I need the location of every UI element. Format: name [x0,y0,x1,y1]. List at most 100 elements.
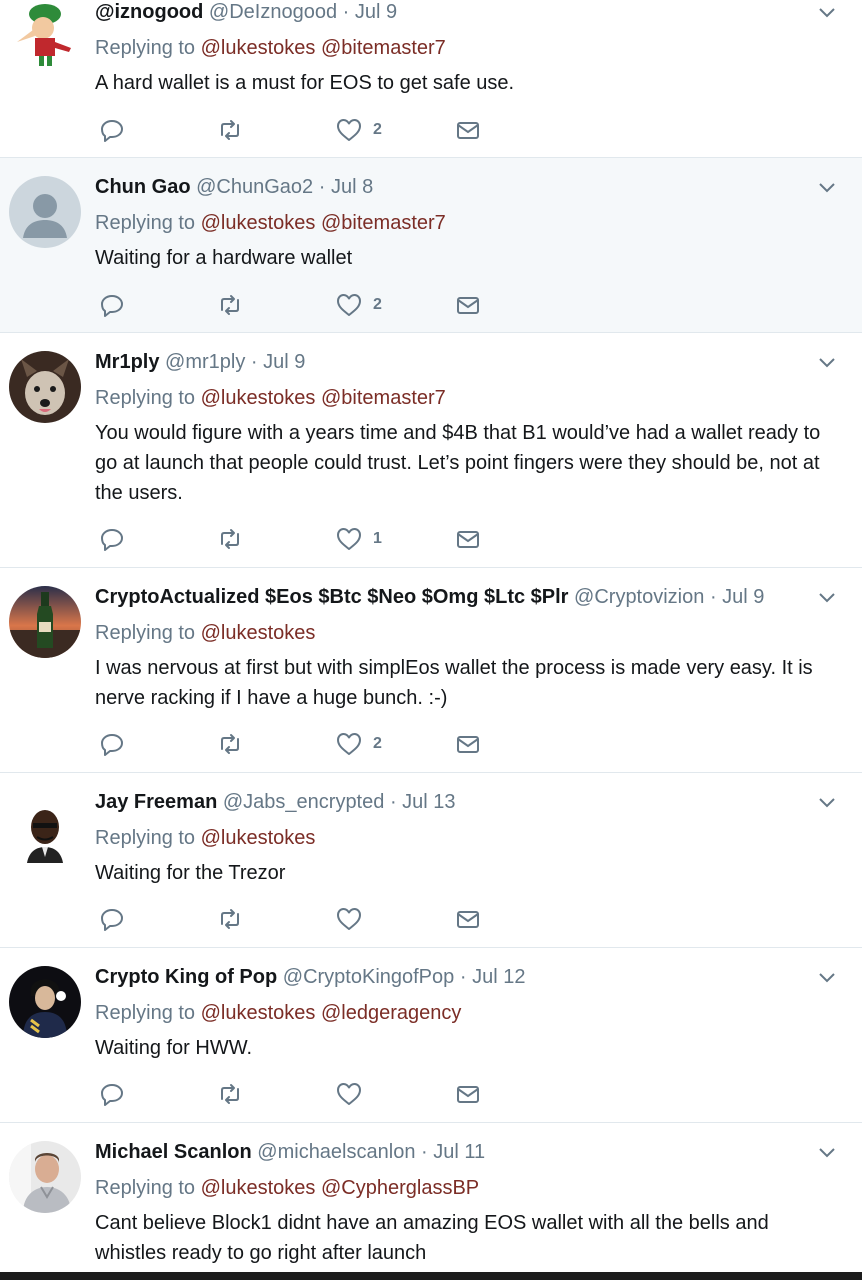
like-count: 1 [373,530,382,547]
replying-to-label: Replying to [95,827,196,849]
like-button[interactable]: 2 [335,115,382,145]
tweet-text: You would figure with a years time and $… [95,422,821,504]
display-name[interactable]: Jay Freeman [95,791,217,813]
user-handle[interactable]: @CryptoKingofPop [283,966,455,988]
retweet-button[interactable] [216,729,244,759]
tweet[interactable]: CryptoActualized $Eos $Btc $Neo $Omg $Lt… [0,568,862,773]
mention-link[interactable]: @bitemaster7 [321,37,446,59]
reply-button[interactable] [98,904,126,934]
tweet-date[interactable]: Jul 8 [331,176,373,198]
tweet[interactable]: Jay Freeman @Jabs_encrypted · Jul 13 Rep… [0,773,862,948]
like-button[interactable] [335,1079,373,1109]
tweet[interactable]: Chun Gao @ChunGao2 · Jul 8 Replying to @… [0,158,862,333]
direct-message-button[interactable] [454,115,482,145]
chevron-down-icon[interactable] [816,2,838,24]
display-name[interactable]: Crypto King of Pop [95,966,277,988]
user-handle[interactable]: @mr1ply [165,351,245,373]
tweet-text: Waiting for the Trezor [95,862,286,884]
avatar[interactable] [9,797,81,869]
avatar[interactable] [9,0,81,72]
mention-link[interactable]: @lukestokes [201,387,316,409]
user-handle[interactable]: @ChunGao2 [196,176,313,198]
retweet-icon [221,120,239,140]
separator-dot: · [709,586,717,608]
retweet-icon [221,295,239,315]
avatar[interactable] [9,176,81,248]
like-button[interactable]: 1 [335,524,382,554]
chevron-down-icon[interactable] [816,587,838,609]
direct-message-button[interactable] [454,290,482,320]
display-name[interactable]: Michael Scanlon [95,1141,252,1163]
user-handle[interactable]: @DeIznogood [209,1,337,23]
tweet-date[interactable]: Jul 11 [433,1141,485,1163]
bottom-edge-bar [0,1272,862,1280]
retweet-button[interactable] [216,904,244,934]
reply-icon [101,734,123,756]
direct-message-button[interactable] [454,904,482,934]
avatar[interactable] [9,351,81,423]
display-name[interactable]: Chun Gao [95,176,191,198]
tweet-text: I was nervous at first but with simplEos… [95,657,813,709]
retweet-button[interactable] [216,524,244,554]
direct-message-button[interactable] [454,729,482,759]
mention-link[interactable]: @bitemaster7 [321,387,446,409]
mention-link[interactable]: @lukestokes [201,37,316,59]
mention-link[interactable]: @lukestokes [201,1177,316,1199]
tweet-text: Waiting for HWW. [95,1037,253,1059]
tweet[interactable]: @iznogood @DeIznogood · Jul 9 Replying t… [0,0,862,158]
user-handle[interactable]: @michaelscanlon [257,1141,415,1163]
user-handle[interactable]: @Cryptovizion [574,586,704,608]
user-handle[interactable]: @Jabs_encrypted [223,791,385,813]
reply-button[interactable] [98,729,126,759]
performer-icon [9,966,81,1038]
mention-link[interactable]: @lukestokes [201,622,316,644]
heart-icon [337,1083,361,1105]
direct-message-button[interactable] [454,1079,482,1109]
retweet-button[interactable] [216,290,244,320]
mention-link[interactable]: @lukestokes [201,212,316,234]
chevron-down-icon[interactable] [816,792,838,814]
chevron-down-icon[interactable] [816,177,838,199]
tweet-date[interactable]: Jul 12 [472,966,525,988]
mention-link[interactable]: @lukestokes [201,827,316,849]
tweet[interactable]: Michael Scanlon @michaelscanlon · Jul 11… [0,1123,862,1272]
like-button[interactable]: 2 [335,729,382,759]
tweet-actions: 2 [98,290,498,320]
reply-button[interactable] [98,290,126,320]
like-button[interactable] [335,904,373,934]
mention-link[interactable]: @ledgeragency [321,1002,461,1024]
separator-dot: · [342,1,350,23]
mention-link[interactable]: @bitemaster7 [321,212,446,234]
reply-button[interactable] [98,1079,126,1109]
mention-link[interactable]: @lukestokes [201,1002,316,1024]
chevron-down-icon[interactable] [816,967,838,989]
direct-message-button[interactable] [454,524,482,554]
tweet[interactable]: Crypto King of Pop @CryptoKingofPop · Ju… [0,948,862,1123]
retweet-button[interactable] [216,115,244,145]
reply-button[interactable] [98,524,126,554]
display-name[interactable]: @iznogood [95,1,203,23]
reply-button[interactable] [98,115,126,145]
replying-to-label: Replying to [95,1177,196,1199]
tweet-date[interactable]: Jul 9 [355,1,397,23]
display-name[interactable]: Mr1ply [95,351,159,373]
display-name[interactable]: CryptoActualized $Eos $Btc $Neo $Omg $Lt… [95,586,568,608]
tweet-text: Waiting for a hardware wallet [95,247,353,269]
avatar[interactable] [9,586,81,658]
envelope-icon [457,531,479,548]
chevron-down-icon[interactable] [816,352,838,374]
tweet-date[interactable]: Jul 9 [263,351,305,373]
tweet[interactable]: Mr1ply @mr1ply · Jul 9 Replying to @luke… [0,333,862,568]
bottle-sunset-icon [9,586,81,658]
mention-link[interactable]: @CypherglassBP [321,1177,479,1199]
avatar[interactable] [9,966,81,1038]
tweet-actions: 2 [98,729,498,759]
separator-dot: · [389,791,397,813]
like-button[interactable]: 2 [335,290,382,320]
chevron-down-icon[interactable] [816,1142,838,1164]
tweet-actions [98,904,498,934]
tweet-date[interactable]: Jul 13 [402,791,455,813]
tweet-date[interactable]: Jul 9 [722,586,764,608]
retweet-button[interactable] [216,1079,244,1109]
avatar[interactable] [9,1141,81,1213]
